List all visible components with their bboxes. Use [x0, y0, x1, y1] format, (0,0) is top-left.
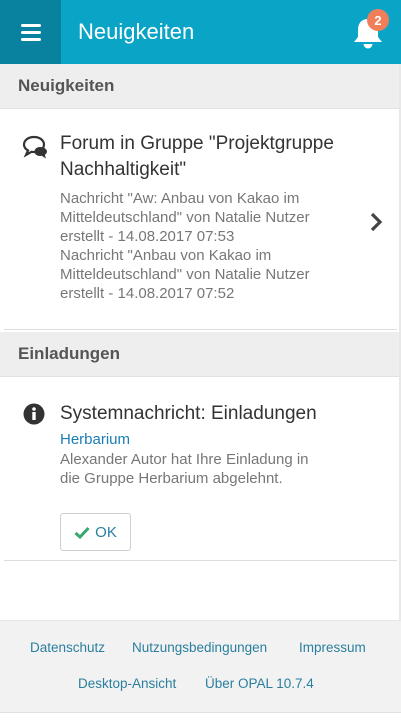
footer-link-about[interactable]: Über OPAL 10.7.4: [205, 676, 314, 691]
news-item-details: Nachricht "Aw: Anbau von Kakao im Mittel…: [60, 190, 310, 302]
footer-link-privacy[interactable]: Datenschutz: [30, 640, 105, 655]
section-title: Neuigkeiten: [18, 76, 115, 95]
section-header-invitations: Einladungen: [0, 332, 401, 377]
footer-link-terms[interactable]: Nutzungsbedingungen: [132, 640, 267, 655]
invitation-message: Alexander Autor hat Ihre Einladung in di…: [60, 451, 309, 487]
footer-link-imprint[interactable]: Impressum: [299, 640, 366, 655]
menu-button[interactable]: [0, 0, 61, 64]
herbarium-link[interactable]: Herbarium: [60, 430, 130, 449]
section-title: Einladungen: [18, 344, 120, 363]
bottom-strip: [0, 712, 401, 726]
info-icon: [23, 403, 45, 425]
chevron-right-icon[interactable]: [369, 212, 383, 232]
section-header-news: Neuigkeiten: [0, 64, 401, 109]
news-item[interactable]: Forum in Gruppe "Projektgruppe Nachhalti…: [0, 109, 401, 329]
divider: [4, 329, 397, 330]
footer: Datenschutz Nutzungsbedingungen Impressu…: [0, 620, 401, 713]
ok-button[interactable]: OK: [60, 513, 131, 551]
divider: [4, 560, 397, 561]
hamburger-icon: [20, 23, 41, 41]
footer-link-desktop-view[interactable]: Desktop-Ansicht: [78, 676, 176, 691]
app-bar: Neuigkeiten 2: [0, 0, 401, 64]
ok-button-label: OK: [95, 523, 117, 541]
page-title: Neuigkeiten: [78, 19, 195, 44]
invitation-title: Systemnachricht: Einladungen: [60, 403, 317, 424]
forum-chat-icon: [22, 135, 47, 159]
checkmark-icon: [74, 526, 90, 539]
news-item-title: Forum in Gruppe "Projektgruppe Nachhalti…: [60, 133, 334, 180]
notification-badge: 2: [367, 9, 389, 31]
